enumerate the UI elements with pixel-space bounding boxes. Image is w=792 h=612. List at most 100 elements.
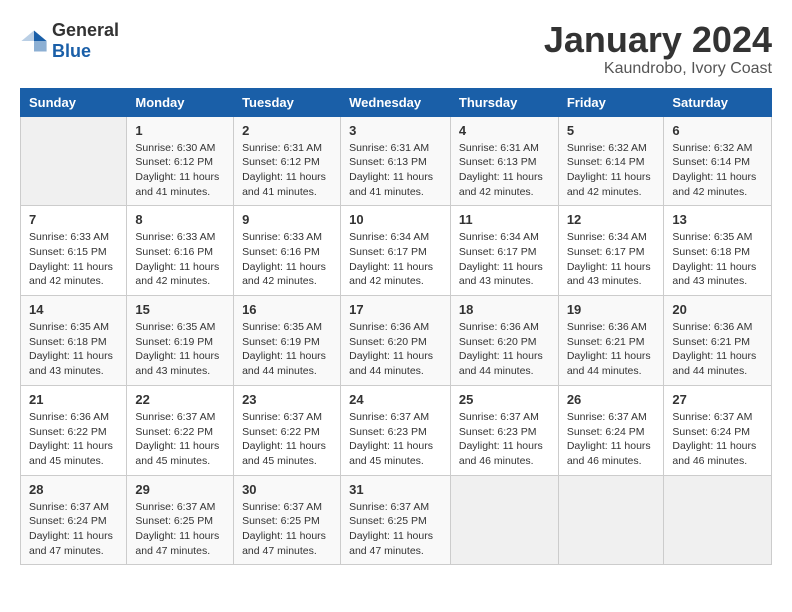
day-info: Sunrise: 6:31 AMSunset: 6:12 PMDaylight:… [242, 142, 326, 198]
day-info: Sunrise: 6:30 AMSunset: 6:12 PMDaylight:… [135, 142, 219, 198]
day-number: 10 [349, 212, 442, 227]
title-block: January 2024 Kaundrobo, Ivory Coast [544, 20, 772, 78]
calendar-day-cell: 12 Sunrise: 6:34 AMSunset: 6:17 PMDaylig… [558, 206, 664, 296]
day-info: Sunrise: 6:34 AMSunset: 6:17 PMDaylight:… [567, 231, 651, 287]
calendar-day-cell: 2 Sunrise: 6:31 AMSunset: 6:12 PMDayligh… [234, 116, 341, 206]
day-info: Sunrise: 6:31 AMSunset: 6:13 PMDaylight:… [459, 142, 543, 198]
day-number: 4 [459, 123, 550, 138]
calendar-day-cell: 9 Sunrise: 6:33 AMSunset: 6:16 PMDayligh… [234, 206, 341, 296]
day-number: 27 [672, 392, 763, 407]
calendar-day-header: Sunday [21, 88, 127, 116]
day-info: Sunrise: 6:37 AMSunset: 6:24 PMDaylight:… [29, 501, 113, 557]
day-number: 1 [135, 123, 225, 138]
day-number: 29 [135, 482, 225, 497]
logo-icon [20, 27, 48, 55]
day-info: Sunrise: 6:35 AMSunset: 6:19 PMDaylight:… [135, 321, 219, 377]
day-number: 19 [567, 302, 656, 317]
day-info: Sunrise: 6:36 AMSunset: 6:20 PMDaylight:… [349, 321, 433, 377]
day-info: Sunrise: 6:37 AMSunset: 6:23 PMDaylight:… [349, 411, 433, 467]
calendar-week-row: 7 Sunrise: 6:33 AMSunset: 6:15 PMDayligh… [21, 206, 772, 296]
day-number: 2 [242, 123, 332, 138]
day-info: Sunrise: 6:37 AMSunset: 6:25 PMDaylight:… [349, 501, 433, 557]
day-number: 16 [242, 302, 332, 317]
location-title: Kaundrobo, Ivory Coast [544, 60, 772, 78]
day-number: 25 [459, 392, 550, 407]
calendar-day-cell: 8 Sunrise: 6:33 AMSunset: 6:16 PMDayligh… [127, 206, 234, 296]
day-number: 23 [242, 392, 332, 407]
day-number: 14 [29, 302, 118, 317]
calendar-day-cell: 23 Sunrise: 6:37 AMSunset: 6:22 PMDaylig… [234, 385, 341, 475]
calendar-day-cell: 24 Sunrise: 6:37 AMSunset: 6:23 PMDaylig… [341, 385, 451, 475]
logo: General Blue [20, 20, 119, 62]
calendar-day-cell: 13 Sunrise: 6:35 AMSunset: 6:18 PMDaylig… [664, 206, 772, 296]
day-info: Sunrise: 6:35 AMSunset: 6:18 PMDaylight:… [672, 231, 756, 287]
day-info: Sunrise: 6:37 AMSunset: 6:23 PMDaylight:… [459, 411, 543, 467]
calendar-table: SundayMondayTuesdayWednesdayThursdayFrid… [20, 88, 772, 566]
calendar-week-row: 14 Sunrise: 6:35 AMSunset: 6:18 PMDaylig… [21, 296, 772, 386]
day-info: Sunrise: 6:35 AMSunset: 6:18 PMDaylight:… [29, 321, 113, 377]
day-info: Sunrise: 6:36 AMSunset: 6:21 PMDaylight:… [567, 321, 651, 377]
day-number: 28 [29, 482, 118, 497]
calendar-week-row: 1 Sunrise: 6:30 AMSunset: 6:12 PMDayligh… [21, 116, 772, 206]
calendar-day-cell: 19 Sunrise: 6:36 AMSunset: 6:21 PMDaylig… [558, 296, 664, 386]
calendar-day-cell [664, 475, 772, 565]
calendar-week-row: 21 Sunrise: 6:36 AMSunset: 6:22 PMDaylig… [21, 385, 772, 475]
day-number: 12 [567, 212, 656, 227]
calendar-day-cell: 4 Sunrise: 6:31 AMSunset: 6:13 PMDayligh… [450, 116, 558, 206]
calendar-day-cell: 17 Sunrise: 6:36 AMSunset: 6:20 PMDaylig… [341, 296, 451, 386]
calendar-day-cell: 18 Sunrise: 6:36 AMSunset: 6:20 PMDaylig… [450, 296, 558, 386]
day-info: Sunrise: 6:32 AMSunset: 6:14 PMDaylight:… [567, 142, 651, 198]
calendar-day-cell [558, 475, 664, 565]
calendar-day-cell: 29 Sunrise: 6:37 AMSunset: 6:25 PMDaylig… [127, 475, 234, 565]
day-number: 5 [567, 123, 656, 138]
calendar-day-cell [21, 116, 127, 206]
day-number: 8 [135, 212, 225, 227]
calendar-day-header: Thursday [450, 88, 558, 116]
day-number: 6 [672, 123, 763, 138]
calendar-day-header: Tuesday [234, 88, 341, 116]
calendar-day-cell: 31 Sunrise: 6:37 AMSunset: 6:25 PMDaylig… [341, 475, 451, 565]
calendar-day-cell: 25 Sunrise: 6:37 AMSunset: 6:23 PMDaylig… [450, 385, 558, 475]
calendar-header-row: SundayMondayTuesdayWednesdayThursdayFrid… [21, 88, 772, 116]
day-number: 15 [135, 302, 225, 317]
calendar-day-cell: 22 Sunrise: 6:37 AMSunset: 6:22 PMDaylig… [127, 385, 234, 475]
calendar-day-cell [450, 475, 558, 565]
calendar-day-cell: 21 Sunrise: 6:36 AMSunset: 6:22 PMDaylig… [21, 385, 127, 475]
calendar-day-header: Monday [127, 88, 234, 116]
calendar-day-cell: 7 Sunrise: 6:33 AMSunset: 6:15 PMDayligh… [21, 206, 127, 296]
day-info: Sunrise: 6:33 AMSunset: 6:16 PMDaylight:… [242, 231, 326, 287]
calendar-day-header: Saturday [664, 88, 772, 116]
day-info: Sunrise: 6:36 AMSunset: 6:21 PMDaylight:… [672, 321, 756, 377]
day-info: Sunrise: 6:31 AMSunset: 6:13 PMDaylight:… [349, 142, 433, 198]
calendar-day-cell: 15 Sunrise: 6:35 AMSunset: 6:19 PMDaylig… [127, 296, 234, 386]
day-info: Sunrise: 6:37 AMSunset: 6:25 PMDaylight:… [135, 501, 219, 557]
day-info: Sunrise: 6:33 AMSunset: 6:16 PMDaylight:… [135, 231, 219, 287]
day-number: 13 [672, 212, 763, 227]
day-info: Sunrise: 6:37 AMSunset: 6:22 PMDaylight:… [135, 411, 219, 467]
day-number: 7 [29, 212, 118, 227]
calendar-day-cell: 14 Sunrise: 6:35 AMSunset: 6:18 PMDaylig… [21, 296, 127, 386]
day-info: Sunrise: 6:33 AMSunset: 6:15 PMDaylight:… [29, 231, 113, 287]
day-info: Sunrise: 6:34 AMSunset: 6:17 PMDaylight:… [349, 231, 433, 287]
day-number: 31 [349, 482, 442, 497]
calendar-day-cell: 20 Sunrise: 6:36 AMSunset: 6:21 PMDaylig… [664, 296, 772, 386]
day-number: 24 [349, 392, 442, 407]
day-number: 11 [459, 212, 550, 227]
calendar-day-cell: 3 Sunrise: 6:31 AMSunset: 6:13 PMDayligh… [341, 116, 451, 206]
logo-blue: Blue [52, 41, 91, 61]
day-number: 22 [135, 392, 225, 407]
calendar-week-row: 28 Sunrise: 6:37 AMSunset: 6:24 PMDaylig… [21, 475, 772, 565]
calendar-day-cell: 27 Sunrise: 6:37 AMSunset: 6:24 PMDaylig… [664, 385, 772, 475]
day-number: 20 [672, 302, 763, 317]
day-info: Sunrise: 6:36 AMSunset: 6:22 PMDaylight:… [29, 411, 113, 467]
day-number: 3 [349, 123, 442, 138]
calendar-day-cell: 11 Sunrise: 6:34 AMSunset: 6:17 PMDaylig… [450, 206, 558, 296]
calendar-day-cell: 6 Sunrise: 6:32 AMSunset: 6:14 PMDayligh… [664, 116, 772, 206]
calendar-day-cell: 10 Sunrise: 6:34 AMSunset: 6:17 PMDaylig… [341, 206, 451, 296]
day-number: 17 [349, 302, 442, 317]
logo-text: General Blue [52, 20, 119, 62]
day-info: Sunrise: 6:37 AMSunset: 6:22 PMDaylight:… [242, 411, 326, 467]
day-info: Sunrise: 6:37 AMSunset: 6:25 PMDaylight:… [242, 501, 326, 557]
day-info: Sunrise: 6:34 AMSunset: 6:17 PMDaylight:… [459, 231, 543, 287]
calendar-day-header: Wednesday [341, 88, 451, 116]
